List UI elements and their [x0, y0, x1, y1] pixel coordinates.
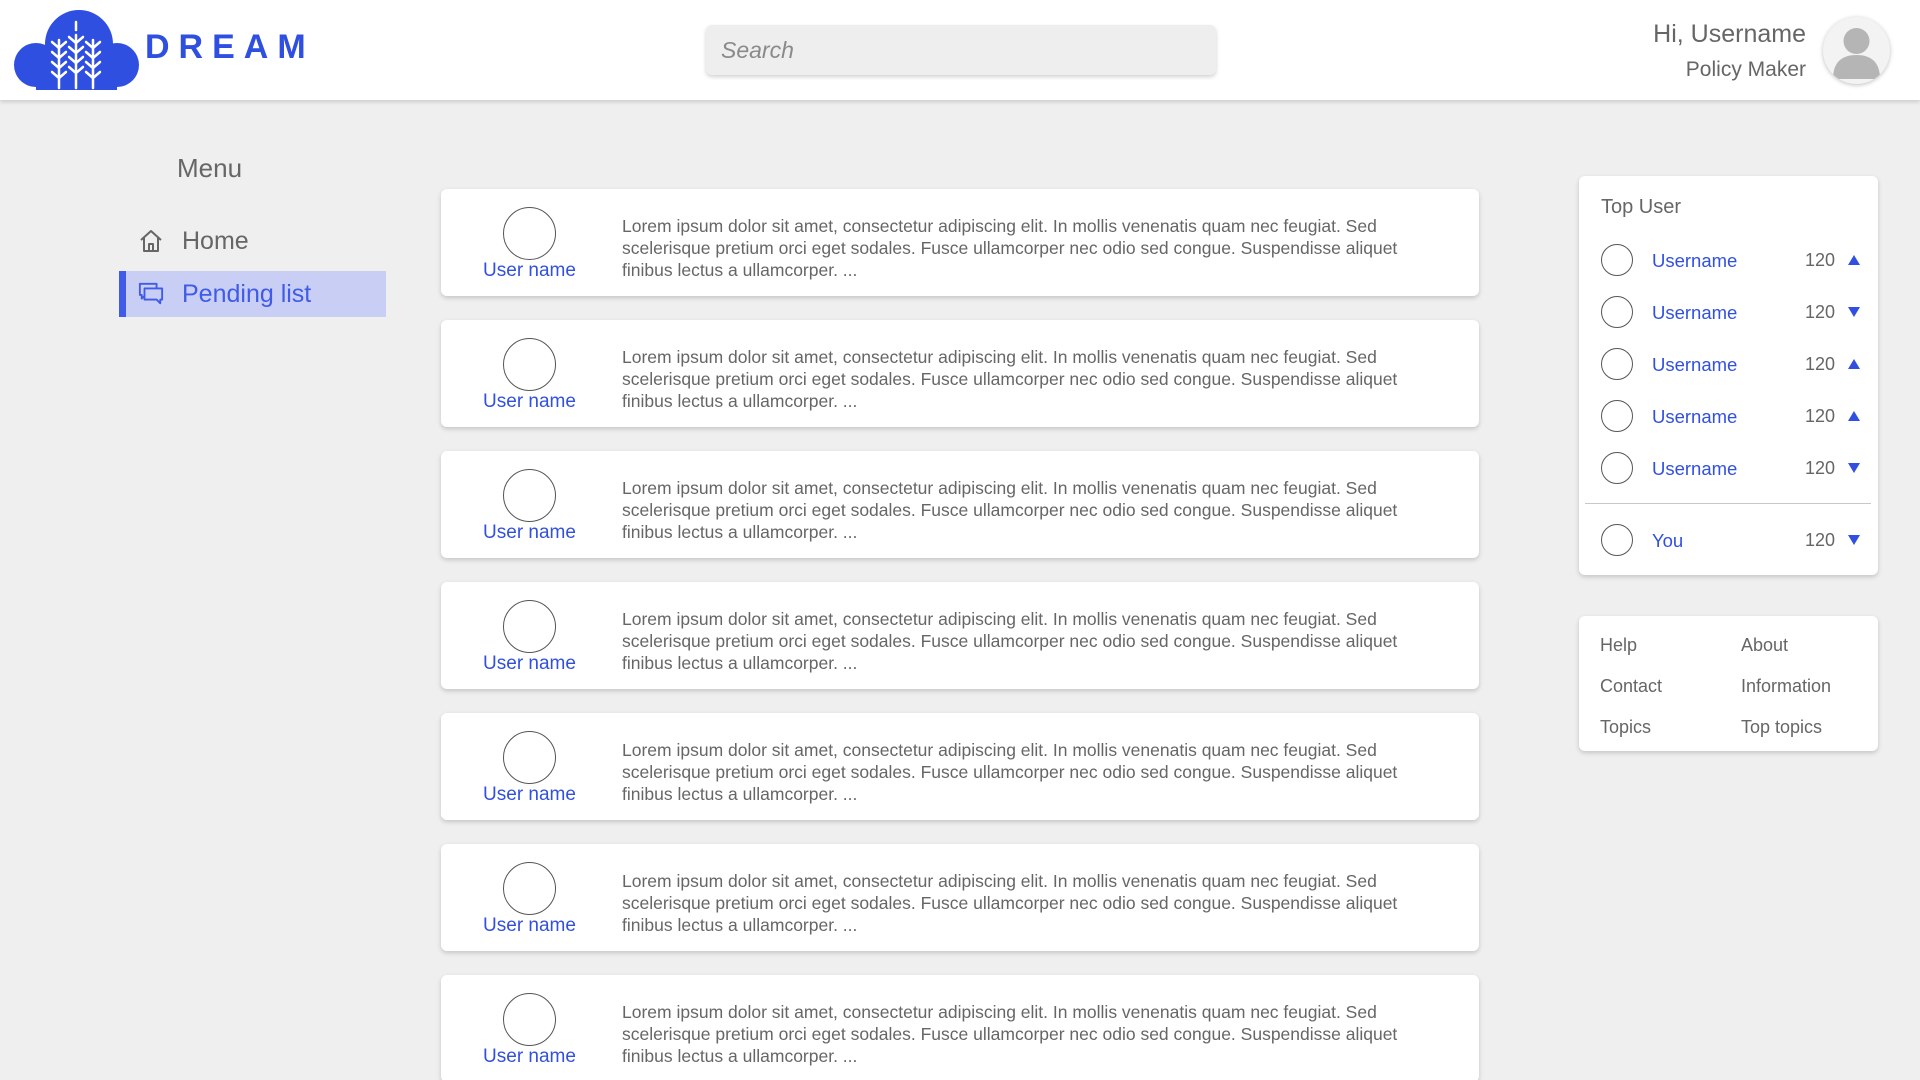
menu-item-label: Home: [182, 226, 249, 255]
top-user-name[interactable]: Username: [1652, 250, 1737, 272]
top-user-title: Top User: [1601, 196, 1682, 218]
contact-link[interactable]: Contact: [1600, 676, 1662, 697]
post-username[interactable]: User name: [441, 1046, 618, 1068]
top-user-name[interactable]: Username: [1652, 406, 1737, 428]
top-user-avatar[interactable]: [1601, 400, 1633, 432]
user-role: Policy Maker: [1685, 58, 1806, 81]
top-user-divider: [1585, 503, 1871, 504]
post-card[interactable]: User name Lorem ipsum dolor sit amet, co…: [441, 844, 1479, 951]
top-user-row[interactable]: Username 120: [1579, 348, 1878, 382]
top-user-score: 120: [1804, 250, 1835, 270]
menu-item-home[interactable]: Home: [119, 218, 386, 264]
trend-down-icon: [1848, 463, 1860, 473]
top-user-row[interactable]: Username 120: [1579, 244, 1878, 278]
trend-up-icon: [1848, 255, 1860, 265]
top-user-name[interactable]: Username: [1652, 458, 1737, 480]
menu-item-pending-list[interactable]: Pending list: [119, 271, 386, 317]
about-link[interactable]: About: [1741, 635, 1788, 656]
post-username[interactable]: User name: [441, 391, 618, 413]
top-user-row[interactable]: Username 120: [1579, 296, 1878, 330]
top-user-score: 120: [1804, 354, 1835, 374]
top-user-score: 120: [1804, 302, 1835, 322]
post-card[interactable]: User name Lorem ipsum dolor sit amet, co…: [441, 975, 1479, 1080]
post-card[interactable]: User name Lorem ipsum dolor sit amet, co…: [441, 713, 1479, 820]
brand-name[interactable]: DREAM: [145, 28, 315, 67]
topics-link[interactable]: Topics: [1600, 717, 1651, 738]
user-greeting: Hi, Username: [1653, 20, 1806, 48]
top-header: DREAM Hi, Username Policy Maker: [0, 0, 1920, 100]
post-card[interactable]: User name Lorem ipsum dolor sit amet, co…: [441, 582, 1479, 689]
post-username[interactable]: User name: [441, 260, 618, 282]
post-card[interactable]: User name Lorem ipsum dolor sit amet, co…: [441, 320, 1479, 427]
trend-up-icon: [1848, 359, 1860, 369]
post-username[interactable]: User name: [441, 653, 618, 675]
current-user-avatar[interactable]: [1601, 524, 1633, 556]
post-text: Lorem ipsum dolor sit amet, consectetur …: [622, 609, 1398, 673]
top-user-avatar[interactable]: [1601, 452, 1633, 484]
post-avatar[interactable]: [503, 862, 556, 915]
post-avatar[interactable]: [503, 207, 556, 260]
top-user-panel: Top User Username 120 Username 120 Usern…: [1579, 176, 1878, 575]
trend-down-icon: [1848, 307, 1860, 317]
post-username[interactable]: User name: [441, 784, 618, 806]
search-input[interactable]: [706, 25, 1216, 75]
person-icon: [1833, 28, 1880, 79]
current-user-name[interactable]: You: [1652, 530, 1683, 552]
top-user-name[interactable]: Username: [1652, 354, 1737, 376]
top-topics-link[interactable]: Top topics: [1741, 717, 1822, 738]
trend-down-icon: [1848, 535, 1860, 545]
post-text: Lorem ipsum dolor sit amet, consectetur …: [622, 740, 1398, 804]
top-user-avatar[interactable]: [1601, 296, 1633, 328]
information-link[interactable]: Information: [1741, 676, 1831, 697]
top-user-avatar[interactable]: [1601, 244, 1633, 276]
post-avatar[interactable]: [503, 469, 556, 522]
menu-item-label: Pending list: [182, 279, 312, 308]
top-user-name[interactable]: Username: [1652, 302, 1737, 324]
trend-up-icon: [1848, 411, 1860, 421]
post-username[interactable]: User name: [441, 522, 618, 544]
post-avatar[interactable]: [503, 731, 556, 784]
menu-title: Menu: [177, 153, 243, 183]
chat-icon: [138, 281, 164, 307]
footer-links-panel: Help About Contact Information Topics To…: [1579, 616, 1878, 751]
post-text: Lorem ipsum dolor sit amet, consectetur …: [622, 1002, 1398, 1066]
top-user-score: 120: [1804, 406, 1835, 426]
post-text: Lorem ipsum dolor sit amet, consectetur …: [622, 871, 1398, 935]
post-text: Lorem ipsum dolor sit amet, consectetur …: [622, 347, 1398, 411]
current-user-score: 120: [1804, 530, 1835, 550]
home-icon: [138, 228, 164, 254]
post-username[interactable]: User name: [441, 915, 618, 937]
help-link[interactable]: Help: [1600, 635, 1637, 656]
post-card[interactable]: User name Lorem ipsum dolor sit amet, co…: [441, 451, 1479, 558]
top-user-avatar[interactable]: [1601, 348, 1633, 380]
post-avatar[interactable]: [503, 338, 556, 391]
post-text: Lorem ipsum dolor sit amet, consectetur …: [622, 216, 1398, 280]
top-user-row[interactable]: Username 120: [1579, 452, 1878, 486]
top-user-score: 120: [1804, 458, 1835, 478]
dream-logo-icon[interactable]: [14, 10, 139, 90]
post-text: Lorem ipsum dolor sit amet, consectetur …: [622, 478, 1398, 542]
post-card[interactable]: User name Lorem ipsum dolor sit amet, co…: [441, 189, 1479, 296]
user-avatar[interactable]: [1823, 17, 1890, 84]
post-avatar[interactable]: [503, 993, 556, 1046]
post-avatar[interactable]: [503, 600, 556, 653]
top-user-row[interactable]: Username 120: [1579, 400, 1878, 434]
current-user-row[interactable]: You 120: [1579, 524, 1878, 558]
